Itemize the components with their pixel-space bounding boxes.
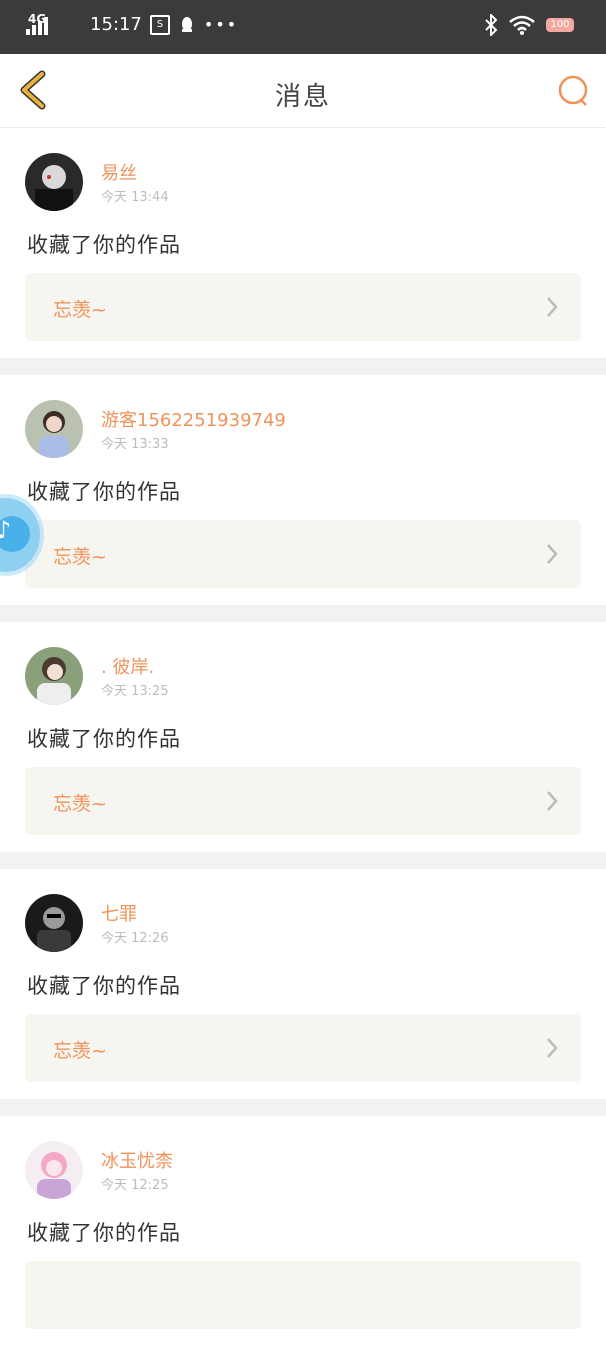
message-time: 今天 13:33 <box>101 437 169 452</box>
work-link[interactable] <box>25 1261 581 1329</box>
work-link[interactable]: 忘羡~ <box>25 767 581 835</box>
message-time: 今天 13:25 <box>101 684 169 699</box>
message-action: 收藏了你的作品 <box>27 233 181 257</box>
qq-icon <box>181 16 192 32</box>
work-link[interactable]: 忘羡~ <box>25 520 581 588</box>
work-link[interactable]: 忘羡~ <box>25 273 581 341</box>
avatar[interactable] <box>25 400 83 458</box>
top-bar: 消息 <box>0 54 606 128</box>
work-title: 忘羡~ <box>53 1040 107 1062</box>
message-item: . 彼岸. 今天 13:25 收藏了你的作品 忘羡~ <box>0 622 606 852</box>
battery-icon: 100 <box>546 18 574 32</box>
work-title: 忘羡~ <box>53 793 107 815</box>
search-icon[interactable] <box>556 74 590 108</box>
status-bar: 15:17 S ••• 4G 100 <box>0 0 606 54</box>
username[interactable]: 冰玉忧柰 <box>101 1147 173 1173</box>
clock: 15:17 <box>90 14 142 35</box>
message-item: 易丝 今天 13:44 收藏了你的作品 忘羡~ <box>0 128 606 358</box>
chevron-right-icon <box>547 297 558 317</box>
username[interactable]: 易丝 <box>101 159 137 185</box>
username[interactable]: 游客1562251939749 <box>101 406 286 432</box>
status-left: 15:17 S ••• <box>26 14 238 35</box>
avatar[interactable] <box>25 153 83 211</box>
message-time: 今天 12:26 <box>101 931 169 946</box>
message-list: 易丝 今天 13:44 收藏了你的作品 忘羡~ 游客1562251939749 … <box>0 128 606 1346</box>
separator <box>0 605 606 622</box>
message-time: 今天 12:25 <box>101 1178 169 1193</box>
page-title: 消息 <box>274 82 331 112</box>
chevron-right-icon <box>547 544 558 564</box>
status-right: 100 <box>484 14 574 36</box>
username[interactable]: 七罪 <box>101 900 137 926</box>
message-action: 收藏了你的作品 <box>27 974 181 998</box>
message-item: 冰玉忧柰 今天 12:25 收藏了你的作品 <box>0 1116 606 1346</box>
message-item: 七罪 今天 12:26 收藏了你的作品 忘羡~ <box>0 869 606 1099</box>
separator <box>0 358 606 375</box>
avatar[interactable] <box>25 647 83 705</box>
music-note-icon: ♪ <box>0 516 12 544</box>
username[interactable]: . 彼岸. <box>101 653 154 679</box>
message-action: 收藏了你的作品 <box>27 480 181 504</box>
chevron-right-icon <box>547 791 558 811</box>
message-action: 收藏了你的作品 <box>27 1221 181 1245</box>
message-time: 今天 13:44 <box>101 190 169 205</box>
separator <box>0 852 606 869</box>
message-action: 收藏了你的作品 <box>27 727 181 751</box>
separator <box>0 1099 606 1116</box>
work-title: 忘羡~ <box>53 299 107 321</box>
work-link[interactable]: 忘羡~ <box>25 1014 581 1082</box>
bluetooth-icon <box>485 14 498 36</box>
message-item: 游客1562251939749 今天 13:33 收藏了你的作品 忘羡~ <box>0 375 606 605</box>
wifi-icon <box>509 15 535 35</box>
more-icon: ••• <box>203 15 239 34</box>
avatar[interactable] <box>25 894 83 952</box>
work-title: 忘羡~ <box>53 546 107 568</box>
network-type: 4G <box>28 12 47 26</box>
chevron-right-icon <box>547 1038 558 1058</box>
avatar[interactable] <box>25 1141 83 1199</box>
notification-icon: S <box>149 14 170 35</box>
